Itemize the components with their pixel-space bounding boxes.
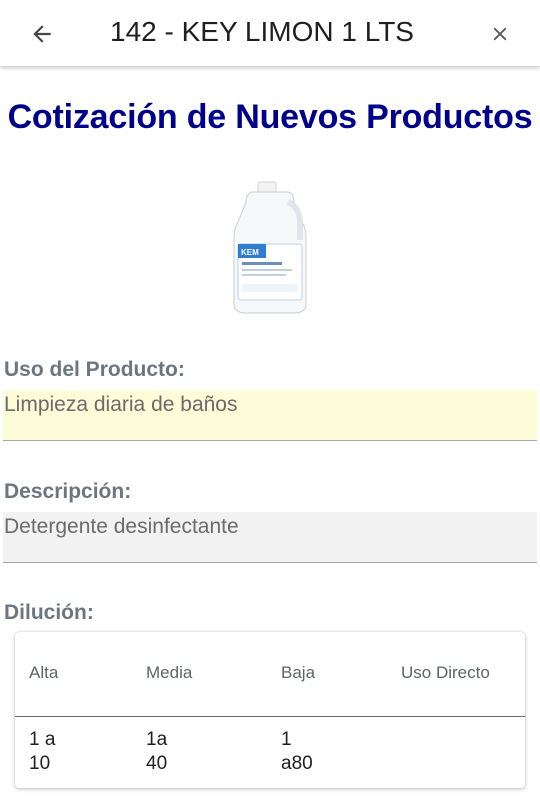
uso-label: Uso del Producto: [4, 358, 185, 381]
close-button[interactable] [480, 14, 520, 54]
column-header-alta: Alta [29, 663, 59, 682]
product-image: KEM [233, 181, 307, 314]
descripcion-field[interactable]: Detergente desinfectante [3, 512, 537, 563]
app-bar: 142 - KEY LIMON 1 LTS [0, 0, 540, 66]
table-divider [15, 716, 525, 717]
section-heading: Cotización de Nuevos Productos [7, 98, 533, 136]
column-header-media: Media [146, 663, 193, 682]
uso-field[interactable]: Limpieza diaria de baños [3, 390, 537, 441]
cell-alta: 1 a 10 [29, 729, 56, 774]
cell-baja: 1 a80 [281, 729, 313, 774]
arrow-left-icon [33, 25, 51, 43]
dilution-table: Alta Media Baja Uso Directo 1 a 10 1a 40 1… [15, 632, 525, 788]
column-header-uso-directo: Uso Directo [401, 663, 490, 682]
page-title: 142 - KEY LIMON 1 LTS [110, 16, 414, 47]
dilucion-label: Dilución: [4, 601, 94, 624]
column-header-baja: Baja [281, 663, 316, 682]
back-button[interactable] [22, 14, 62, 54]
cell-media: 1a 40 [146, 729, 168, 774]
uso-value: Limpieza diaria de baños [4, 393, 238, 416]
descripcion-value: Detergente desinfectante [4, 515, 239, 538]
close-icon [493, 27, 507, 41]
descripcion-label: Descripción: [4, 480, 132, 503]
product-brand-text: KEM [241, 248, 259, 257]
